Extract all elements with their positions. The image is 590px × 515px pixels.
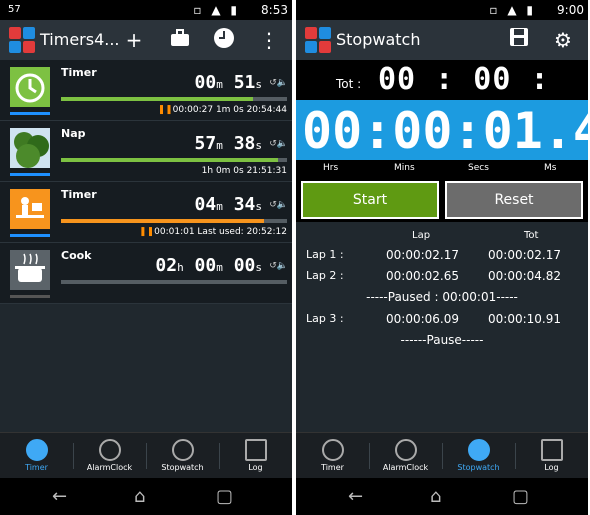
repeat-sound-icon: ↺🔈	[269, 139, 288, 149]
timer-info: 1h 0m 0s 21:51:31	[201, 166, 287, 176]
timer-icon	[321, 439, 344, 461]
tab-alarmclock[interactable]: AlarmClock	[73, 433, 146, 479]
repeat-sound-icon: ↺🔈	[269, 261, 288, 271]
stopwatch-icon	[467, 439, 490, 461]
clock-thumbnail-icon	[10, 67, 50, 107]
stopwatch-icon	[171, 439, 194, 461]
timer-list: Timer 00m 51s ↺🔈 ❚❚00:00:27 1m 0s 20:54:…	[0, 60, 292, 432]
start-button[interactable]: Start	[301, 181, 439, 219]
home-icon[interactable]: ⌂	[430, 486, 441, 507]
briefcase-icon[interactable]	[167, 27, 193, 53]
timer-progress	[61, 158, 287, 162]
bottom-tabs: Timer AlarmClock Stopwatch Log	[296, 432, 588, 479]
app-title: Timers4...	[40, 30, 120, 49]
lap-column-header: Lap	[412, 230, 431, 241]
timer-progress	[61, 219, 287, 223]
app-bar: Stopwatch ⚙	[296, 20, 588, 60]
log-icon	[244, 439, 267, 461]
pot-thumbnail-icon	[10, 250, 50, 290]
app-logo-icon	[305, 27, 331, 53]
recents-icon[interactable]: ▢	[216, 486, 233, 507]
nav-bar: ← ⌂ ▢	[0, 478, 292, 515]
paused-message: -----Paused : 00:00:01-----	[366, 290, 518, 304]
repeat-sound-icon: ↺🔈	[269, 78, 288, 88]
log-icon	[540, 439, 563, 461]
status-time: 8:53	[261, 3, 288, 17]
app-logo-icon	[9, 27, 35, 53]
thumb-underline	[10, 173, 50, 176]
back-icon[interactable]: ←	[348, 486, 363, 507]
unit-ms: Ms	[544, 163, 557, 173]
thumb-underline	[10, 295, 50, 298]
tab-stopwatch[interactable]: Stopwatch	[146, 433, 219, 479]
status-icons: ▫ ▲ ▮	[193, 3, 240, 17]
status-bar: 57 ▫ ▲ ▮ 8:53	[0, 0, 292, 20]
timer-progress	[61, 97, 287, 101]
status-icons: ▫ ▲ ▮	[489, 3, 536, 17]
timer-progress	[61, 280, 287, 284]
tab-stopwatch[interactable]: Stopwatch	[442, 433, 515, 479]
thumb-underline	[10, 234, 50, 237]
clock-icon[interactable]	[211, 27, 237, 53]
current-time: 00:00:01.45	[302, 102, 588, 160]
timers-screen: 57 ▫ ▲ ▮ 8:53 Timers4... + ⋮ Timer 00m 5…	[0, 0, 292, 515]
current-time-panel: 00:00:01.45	[296, 100, 588, 160]
notification-count: 57	[8, 4, 21, 15]
total-label: Tot :	[336, 77, 362, 91]
timer-clock: 02h 00m 00s	[155, 255, 262, 276]
timer-info: ❚❚00:00:27 1m 0s 20:54:44	[157, 105, 287, 115]
lap-list: Lap Tot Lap 1 :00:00:02.17 00:00:02.17 La…	[296, 222, 588, 432]
timer-name: Nap	[61, 127, 86, 140]
add-icon[interactable]: +	[121, 27, 147, 53]
timer-info: ❚❚00:01:01 Last used: 20:52:12	[139, 227, 287, 237]
back-icon[interactable]: ←	[52, 486, 67, 507]
tab-timer[interactable]: Timer	[296, 433, 369, 479]
thumb-underline	[10, 112, 50, 115]
total-time-row: Tot : 00 : 00 : 12 . 38	[296, 60, 588, 132]
timer-row[interactable]: Nap 57m 38s ↺🔈 1h 0m 0s 21:51:31	[0, 121, 292, 182]
timer-row[interactable]: Timer 00m 51s ↺🔈 ❚❚00:00:27 1m 0s 20:54:…	[0, 60, 292, 121]
recents-icon[interactable]: ▢	[512, 486, 529, 507]
nav-bar: ← ⌂ ▢	[296, 478, 588, 515]
tree-thumbnail-icon	[10, 128, 50, 168]
timer-name: Timer	[61, 188, 97, 201]
tab-alarmclock[interactable]: AlarmClock	[369, 433, 442, 479]
app-title: Stopwatch	[336, 30, 421, 49]
status-bar: ▫ ▲ ▮ 9:00	[296, 0, 588, 20]
overflow-icon[interactable]: ⋮	[256, 27, 282, 53]
repeat-sound-icon: ↺🔈	[269, 200, 288, 210]
timer-clock: 00m 51s	[194, 72, 262, 93]
reset-button[interactable]: Reset	[445, 181, 583, 219]
tab-log[interactable]: Log	[219, 433, 292, 479]
alarm-clock-icon	[394, 439, 417, 461]
stopwatch-screen: ▫ ▲ ▮ 9:00 Stopwatch ⚙ Tot : 00 : 00 : 1…	[296, 0, 588, 515]
unit-mins: Mins	[394, 163, 415, 173]
alarm-clock-icon	[98, 439, 121, 461]
app-bar: Timers4... + ⋮	[0, 20, 292, 60]
save-icon[interactable]	[506, 27, 532, 53]
bottom-tabs: Timer AlarmClock Stopwatch Log	[0, 432, 292, 479]
status-time: 9:00	[557, 3, 584, 17]
pause-message: ------Pause-----	[400, 333, 484, 347]
timer-clock: 04m 34s	[194, 194, 262, 215]
unit-hrs: Hrs	[323, 163, 339, 173]
timer-name: Cook	[61, 249, 92, 262]
tot-column-header: Tot	[524, 230, 539, 241]
time-units-row: Hrs Mins Secs Ms	[296, 160, 588, 178]
timer-icon	[25, 439, 48, 461]
settings-icon[interactable]: ⚙	[550, 27, 576, 53]
timer-row[interactable]: Timer 04m 34s ↺🔈 ❚❚00:01:01 Last used: 2…	[0, 182, 292, 243]
timer-row[interactable]: Cook 02h 00m 00s ↺🔈	[0, 243, 292, 304]
tab-timer[interactable]: Timer	[0, 433, 73, 479]
tab-log[interactable]: Log	[515, 433, 588, 479]
timer-name: Timer	[61, 66, 97, 79]
desk-thumbnail-icon	[10, 189, 50, 229]
timer-clock: 57m 38s	[194, 133, 262, 154]
unit-secs: Secs	[468, 163, 489, 173]
home-icon[interactable]: ⌂	[134, 486, 145, 507]
